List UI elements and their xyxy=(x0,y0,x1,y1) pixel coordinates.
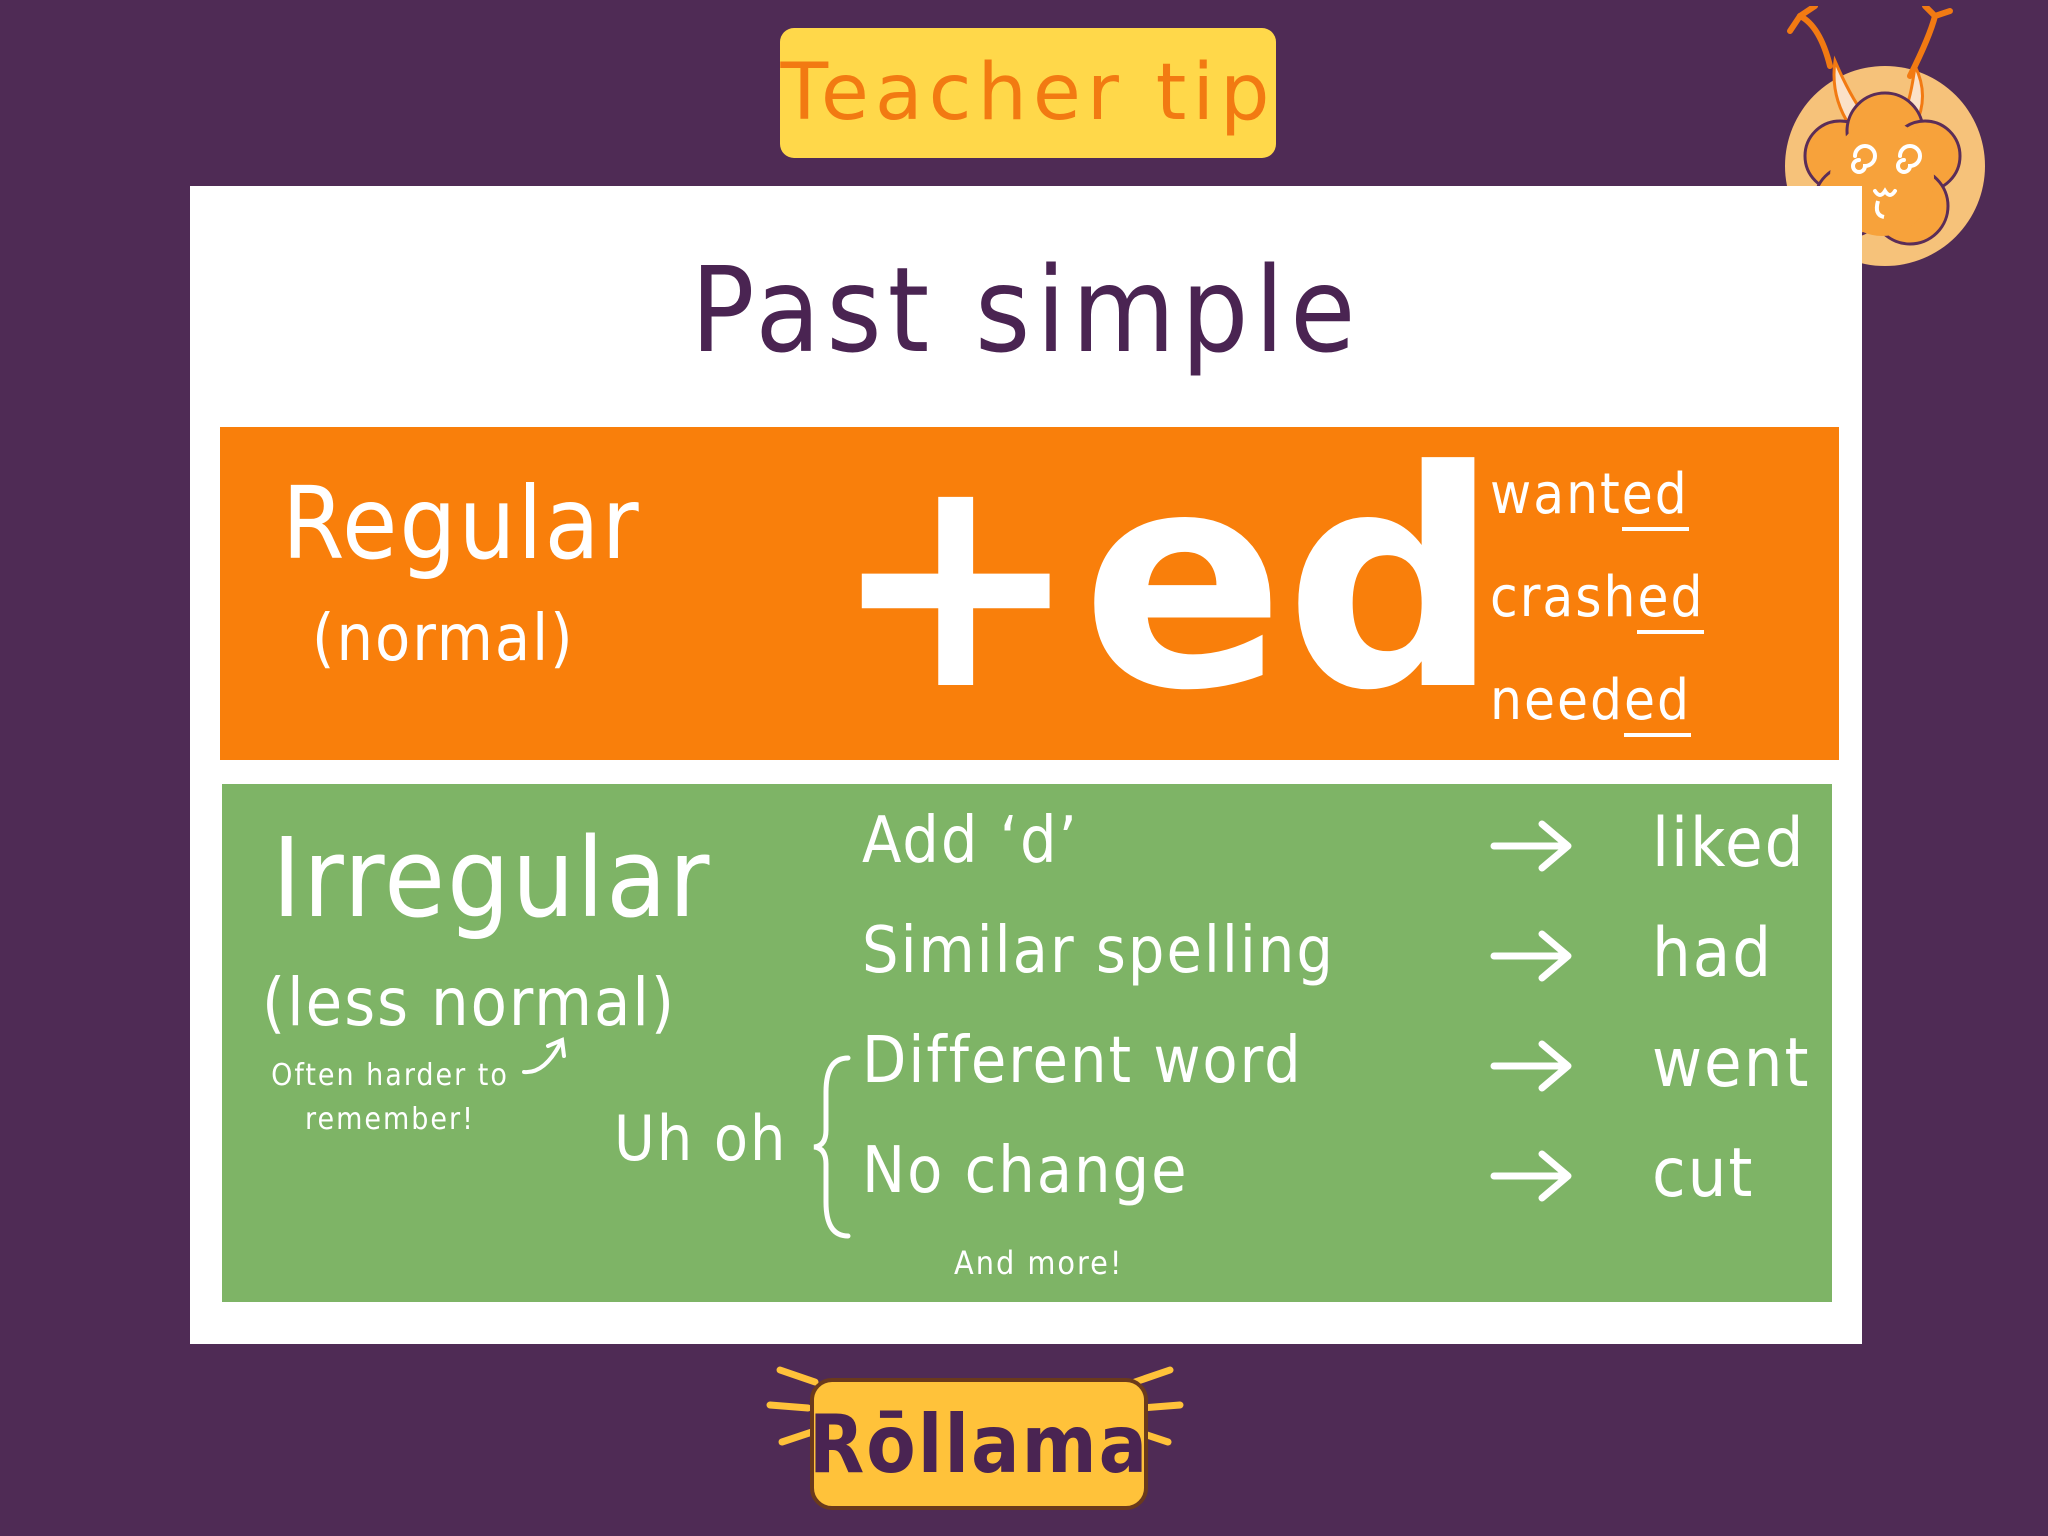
irregular-example: cut xyxy=(1652,1134,1755,1213)
arrow-right-icon xyxy=(1490,930,1572,982)
irregular-sublabel: (less normal) xyxy=(262,964,677,1041)
irregular-example: went xyxy=(1652,1024,1811,1103)
irregular-row: Similar spelling had xyxy=(862,914,1822,1024)
irregular-rule: Similar spelling xyxy=(862,914,1335,988)
arrow-right-icon xyxy=(1490,820,1572,872)
irregular-rule: Different word xyxy=(862,1024,1303,1098)
irregular-rule: Add ‘d’ xyxy=(862,804,1079,878)
example-word: crashed xyxy=(1490,558,1790,661)
regular-panel: Regular (normal) +ed wanted crashed need… xyxy=(220,417,1839,760)
irregular-note: Often harder to remember! xyxy=(271,1058,509,1137)
example-word: wanted xyxy=(1490,455,1790,558)
example-word: needed xyxy=(1490,661,1790,764)
page-title: Past simple xyxy=(690,241,1362,379)
rollama-logo: Rōllama xyxy=(809,1378,1148,1510)
lesson-card: Past simple Regular (normal) +ed wanted … xyxy=(190,186,1862,1344)
regular-examples: wanted crashed needed xyxy=(1490,455,1790,764)
regular-rule: +ed xyxy=(830,407,1500,756)
arrow-right-icon xyxy=(1490,1150,1572,1202)
irregular-label: Irregular xyxy=(272,814,712,942)
teacher-tip-badge: Teacher tip xyxy=(780,28,1276,158)
irregular-example: had xyxy=(1652,914,1774,993)
brace-icon xyxy=(813,1055,851,1239)
and-more-note: And more! xyxy=(954,1244,1124,1282)
uh-oh-label: Uh oh xyxy=(614,1102,788,1175)
irregular-row: Different word went xyxy=(862,1024,1822,1134)
irregular-example: liked xyxy=(1652,804,1806,883)
irregular-rule: No change xyxy=(862,1134,1189,1208)
regular-label: Regular xyxy=(282,465,641,582)
irregular-panel: Irregular (less normal) Often harder to … xyxy=(222,784,1832,1302)
irregular-row: No change cut xyxy=(862,1134,1822,1244)
regular-sublabel: (normal) xyxy=(312,602,575,676)
irregular-row: Add ‘d’ liked xyxy=(862,804,1822,914)
arrow-right-icon xyxy=(1490,1040,1572,1092)
